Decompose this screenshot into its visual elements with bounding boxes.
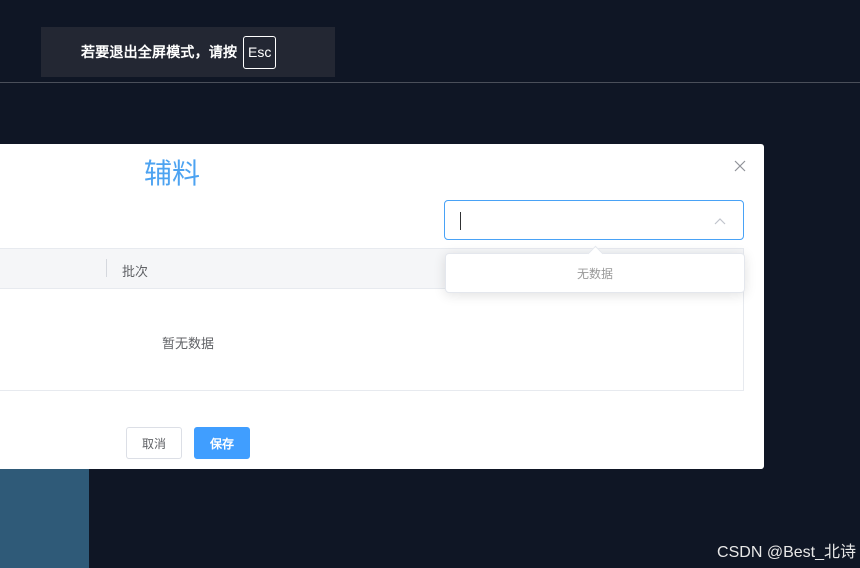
batch-select[interactable] bbox=[444, 200, 744, 240]
fullscreen-exit-notice: 若要退出全屏模式，请按 Esc bbox=[41, 27, 335, 77]
header-divider bbox=[0, 82, 860, 83]
chevron-up-icon bbox=[713, 214, 727, 228]
close-button[interactable] bbox=[730, 156, 750, 176]
cancel-button[interactable]: 取消 bbox=[126, 427, 182, 459]
table-empty-text: 暂无数据 bbox=[162, 336, 215, 351]
save-button[interactable]: 保存 bbox=[194, 427, 250, 459]
text-caret bbox=[460, 212, 461, 230]
select-dropdown: 无数据 bbox=[445, 245, 745, 293]
watermark: CSDN @Best_北诗 bbox=[717, 544, 856, 561]
material-dialog: 辅料 批次 暂无数据 取消 保存 bbox=[0, 144, 764, 469]
fullscreen-notice-text: 若要退出全屏模式，请按 bbox=[81, 44, 238, 60]
column-divider bbox=[106, 259, 107, 277]
dialog-title: 辅料 bbox=[144, 158, 201, 189]
close-icon bbox=[734, 160, 746, 172]
column-header-batch: 批次 bbox=[122, 264, 149, 279]
esc-key-badge: Esc bbox=[243, 35, 277, 69]
dropdown-empty-text: 无数据 bbox=[576, 266, 613, 281]
background-panel bbox=[0, 469, 89, 568]
